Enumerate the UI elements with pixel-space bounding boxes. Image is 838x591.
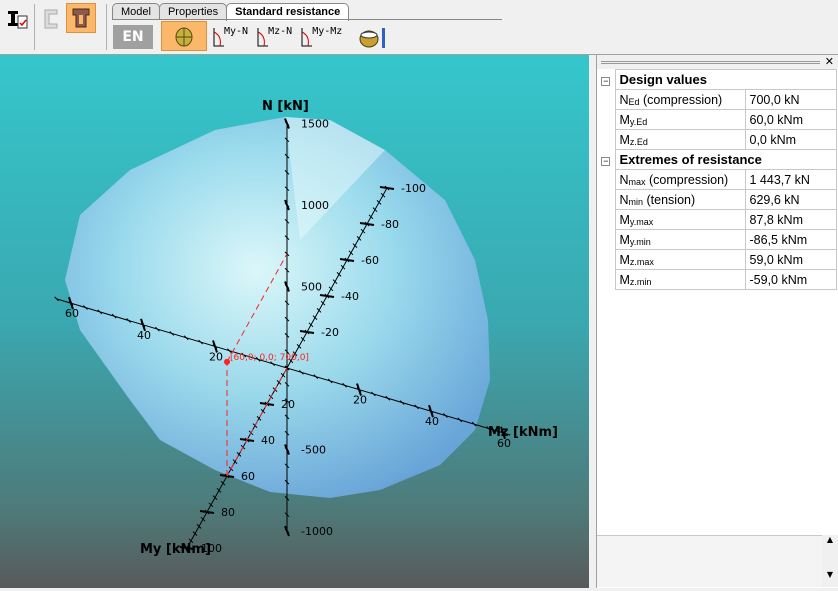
tick-label: 80 bbox=[221, 506, 235, 519]
row-label: My.min bbox=[614, 229, 746, 250]
minor-tick bbox=[220, 480, 226, 486]
section-title: Design values bbox=[614, 69, 837, 90]
collapse-icon[interactable]: − bbox=[601, 76, 611, 86]
row-label: Nmax (compression) bbox=[614, 169, 746, 190]
n-axis-label: N [kN] bbox=[262, 99, 309, 114]
row-label: My.max bbox=[614, 209, 746, 230]
section-cut-icon bbox=[359, 28, 386, 48]
row-label: Mz.max bbox=[614, 249, 746, 270]
section-header[interactable]: − Design values bbox=[597, 69, 837, 90]
tick-label: 60 bbox=[241, 470, 255, 483]
tick-label: 20 bbox=[209, 350, 223, 363]
my-axis-label: My [kNm] bbox=[140, 542, 211, 557]
row-value: 59,0 kNm bbox=[744, 249, 837, 270]
channel-section-icon[interactable] bbox=[36, 4, 66, 34]
mz-axis-label: Mz [kNm] bbox=[488, 425, 558, 440]
tick-label: 40 bbox=[137, 329, 151, 342]
tick-label: -20 bbox=[321, 326, 339, 339]
interaction-diagram-3d-button[interactable] bbox=[161, 21, 207, 51]
tick-label: 1000 bbox=[301, 199, 329, 212]
my-mz-diagram-button[interactable]: My-Mz bbox=[300, 26, 342, 53]
table-row: My.max 87,8 kNm bbox=[597, 209, 837, 230]
section-header[interactable]: − Extremes of resistance bbox=[597, 149, 837, 170]
table-row: NEd (compression) 700,0 kN bbox=[597, 89, 837, 110]
row-value: -59,0 kNm bbox=[744, 269, 837, 290]
design-point-label: [60,0; 0,0; 700,0] bbox=[230, 353, 309, 363]
panel-grip[interactable] bbox=[601, 61, 820, 64]
row-label: Nmin (tension) bbox=[614, 189, 746, 210]
toolbar: Model Properties Standard resistance EN … bbox=[0, 0, 838, 55]
table-row: Nmin (tension) 629,6 kN bbox=[597, 189, 837, 210]
minor-tick bbox=[212, 495, 218, 500]
tick-label: -100 bbox=[401, 182, 426, 195]
results-table: − Design values NEd (compression) 700,0 kN M… bbox=[597, 69, 837, 290]
my-n-diagram-button[interactable]: My-N bbox=[212, 26, 248, 53]
tick-label: 40 bbox=[261, 434, 275, 447]
tick-label: -1000 bbox=[301, 525, 333, 538]
tick-label: 500 bbox=[301, 281, 322, 294]
minor-tick bbox=[192, 531, 198, 536]
tick-label: -40 bbox=[341, 290, 359, 303]
row-value: 1 443,7 kN bbox=[744, 169, 837, 190]
tab-properties[interactable]: Properties bbox=[158, 3, 228, 20]
row-value: 0,0 kNm bbox=[744, 129, 837, 150]
interaction-diagram-3d-view[interactable]: 1500 1000 500 -500 -1000 60 40 20 20 40 60 -100 -80 -… bbox=[0, 55, 589, 588]
standard-en-button[interactable]: EN bbox=[113, 25, 153, 49]
interaction-diagram-3d-icon bbox=[175, 27, 193, 47]
row-value: 60,0 kNm bbox=[744, 109, 837, 130]
mz-n-diagram-button[interactable]: Mz-N bbox=[256, 26, 292, 53]
tick-label: -80 bbox=[381, 218, 399, 231]
my-mz-diagram-icon bbox=[301, 28, 313, 47]
minor-tick bbox=[208, 502, 214, 508]
minor-tick bbox=[200, 516, 206, 522]
tick-label: 60 bbox=[65, 307, 79, 320]
close-icon[interactable]: ✕ bbox=[825, 55, 834, 68]
table-row: My.Ed 60,0 kNm bbox=[597, 109, 837, 130]
table-row: Mz.Ed 0,0 kNm bbox=[597, 129, 837, 150]
row-value: 629,6 kN bbox=[744, 189, 837, 210]
tick-label: 1500 bbox=[301, 118, 329, 131]
table-row: Mz.min -59,0 kNm bbox=[597, 269, 837, 290]
collapse-icon[interactable]: − bbox=[601, 156, 611, 166]
minor-tick bbox=[216, 488, 222, 493]
row-value: 700,0 kN bbox=[744, 89, 837, 110]
tick-label: -60 bbox=[361, 254, 379, 267]
section-title: Extremes of resistance bbox=[614, 149, 837, 170]
row-label: Mz.min bbox=[614, 269, 746, 290]
results-panel: ✕ − Design values NEd (compression) 700,0 k… bbox=[596, 55, 838, 588]
scrollbar[interactable]: ▲ ▼ bbox=[822, 535, 838, 587]
tick-label: 40 bbox=[425, 415, 439, 428]
tab-model[interactable]: Model bbox=[112, 3, 160, 20]
tick-label: -500 bbox=[301, 444, 326, 457]
my-n-diagram-icon bbox=[213, 28, 224, 47]
row-value: 87,8 kNm bbox=[744, 209, 837, 230]
row-value: -86,5 kNm bbox=[744, 229, 837, 250]
mz-n-diagram-icon bbox=[257, 28, 269, 47]
section-cut-button[interactable] bbox=[358, 26, 388, 53]
tab-bar: Model Properties Standard resistance bbox=[112, 3, 350, 21]
table-row: Nmax (compression) 1 443,7 kN bbox=[597, 169, 837, 190]
minor-tick bbox=[196, 524, 202, 529]
table-row: Mz.max 59,0 kNm bbox=[597, 249, 837, 270]
description-box bbox=[597, 535, 822, 587]
row-label: Mz.Ed bbox=[614, 129, 746, 150]
tick-label: 20 bbox=[353, 394, 367, 407]
resistance-surface bbox=[65, 117, 490, 498]
table-row: My.min -86,5 kNm bbox=[597, 229, 837, 250]
row-label: NEd (compression) bbox=[614, 89, 746, 110]
section-check-icon[interactable] bbox=[2, 4, 32, 34]
major-tick bbox=[199, 510, 215, 514]
box-section-icon[interactable] bbox=[66, 3, 96, 33]
row-label: My.Ed bbox=[614, 109, 746, 130]
tick-label: 20 bbox=[281, 398, 295, 411]
